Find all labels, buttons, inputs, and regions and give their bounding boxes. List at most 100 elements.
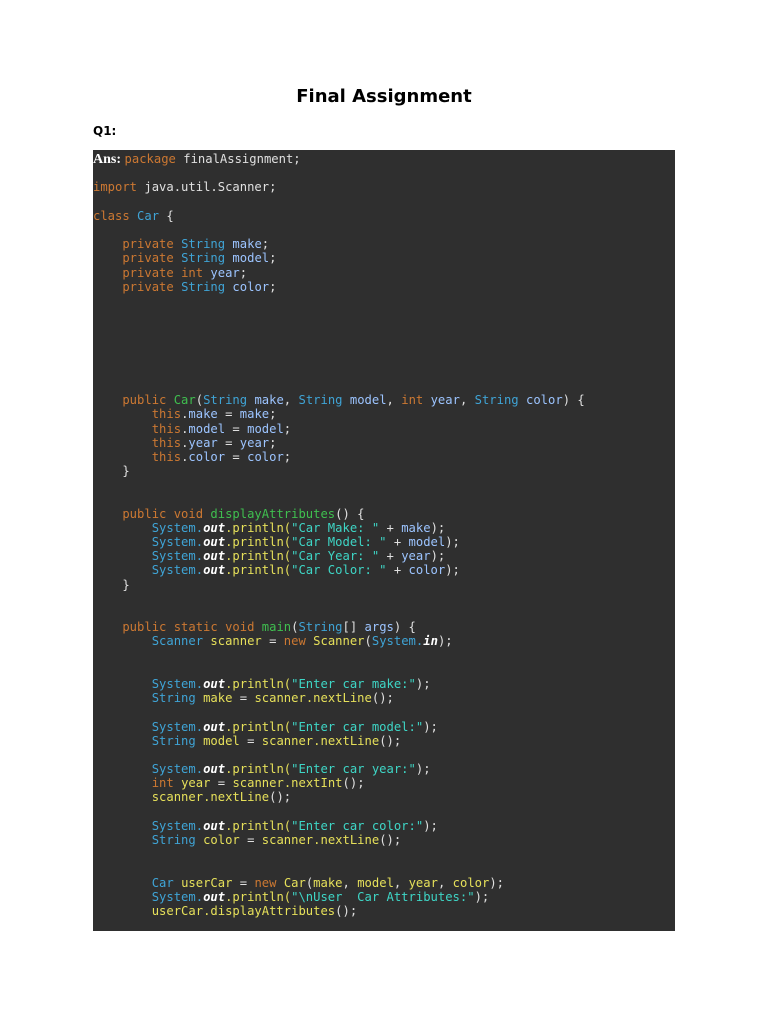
code-token: String [474,393,519,408]
code-token: out [203,520,226,535]
code-token: userCar [93,903,204,918]
code-token: make [401,520,431,535]
code-token: .nextLine [305,691,372,706]
code-token: private [93,237,182,252]
code-token: out [203,889,226,904]
code-line: System.out.println("Car Make: " + make); [93,521,585,535]
code-token: .println( [225,719,292,734]
code-token: System. [371,634,424,649]
code-token: "Enter car color:" [291,818,424,833]
document-title: Final Assignment [296,86,472,107]
code-token: = [210,776,233,791]
code-token: } [93,577,130,592]
code-token: "Enter car model:" [291,719,424,734]
code-token: color [225,279,270,294]
code-token: + [386,563,409,578]
code-token: ); [445,563,460,578]
code-token: private [93,279,182,294]
code-token: ); [423,719,438,734]
code-token: String [203,393,248,408]
code-token: out [203,549,226,564]
code-token: make [225,237,262,252]
code-token: year [181,776,211,791]
code-line: System.out.println("Car Model: " + model… [93,535,585,549]
code-token: .println( [225,676,292,691]
code-token: Car [137,208,160,223]
code-token: ; [283,449,292,464]
code-token: ); [423,818,438,833]
code-token: .println( [225,535,292,550]
code-token: ; [261,237,270,252]
code-line: private int year; [93,266,585,280]
code-token: public void [93,506,211,521]
code-token: String [181,279,226,294]
code-token: Car [173,393,196,408]
code-token: out [203,535,226,550]
code-token: out [203,676,226,691]
code-token: private [93,265,182,280]
code-token: package [124,152,176,166]
code-listing: Ans: package finalAssignment; import jav… [93,152,585,931]
code-token: scanner [210,634,262,649]
code-token: System. [93,676,204,691]
code-token: scanner [261,833,314,847]
code-token: System. [93,889,204,904]
code-token: ) { [562,393,585,408]
code-token: model [408,535,446,550]
code-token: , [437,875,453,890]
code-token: = [232,691,255,706]
code-token: java.util.Scanner; [137,180,277,195]
code-token: .println( [225,563,292,578]
code-token: String [93,691,204,706]
code-token: [] [342,620,365,635]
code-line: userCar.displayAttributes(); [93,904,585,918]
code-token: displayAttributes [210,506,336,521]
code-token: = [232,875,255,890]
code-token: = [239,833,262,847]
code-line: String model = scanner.nextLine(); [93,734,585,748]
answer-label: Ans: [93,152,125,167]
code-token: Scanner [93,634,211,649]
code-token: ); [437,634,453,649]
code-token: int [181,265,204,280]
code-line: this.year = year; [93,436,585,450]
code-token: .println( [225,889,292,904]
code-token: = [225,449,248,464]
code-token: ); [445,535,460,550]
code-token: .println( [225,520,292,535]
code-token: in [423,634,438,649]
code-token: .println( [225,818,292,833]
code-token: ); [415,676,431,691]
code-token: , [342,875,358,890]
code-token: ; [283,421,292,436]
code-token: color [188,449,226,464]
code-line: import java.util.Scanner; [93,180,585,194]
code-line: String make = scanner.nextLine(); [93,691,585,705]
code-block: Ans: package finalAssignment; import jav… [93,150,675,931]
code-line: Ans: package finalAssignment; [93,152,585,167]
code-line: scanner.nextLine(); [93,790,585,804]
code-token: System. [93,719,204,734]
code-token: "Car Year: " [291,549,380,564]
code-token: = [225,421,248,436]
code-token: () { [335,506,365,521]
code-token: .nextLine [313,833,380,847]
code-token: color [518,393,563,408]
code-token: String [181,237,226,252]
code-token: make [203,691,233,706]
code-line: private String color; [93,280,585,294]
code-token: ) { [393,620,416,635]
code-token: year [423,393,460,408]
question-label: Q1: [93,124,117,138]
code-token: main [261,620,292,635]
